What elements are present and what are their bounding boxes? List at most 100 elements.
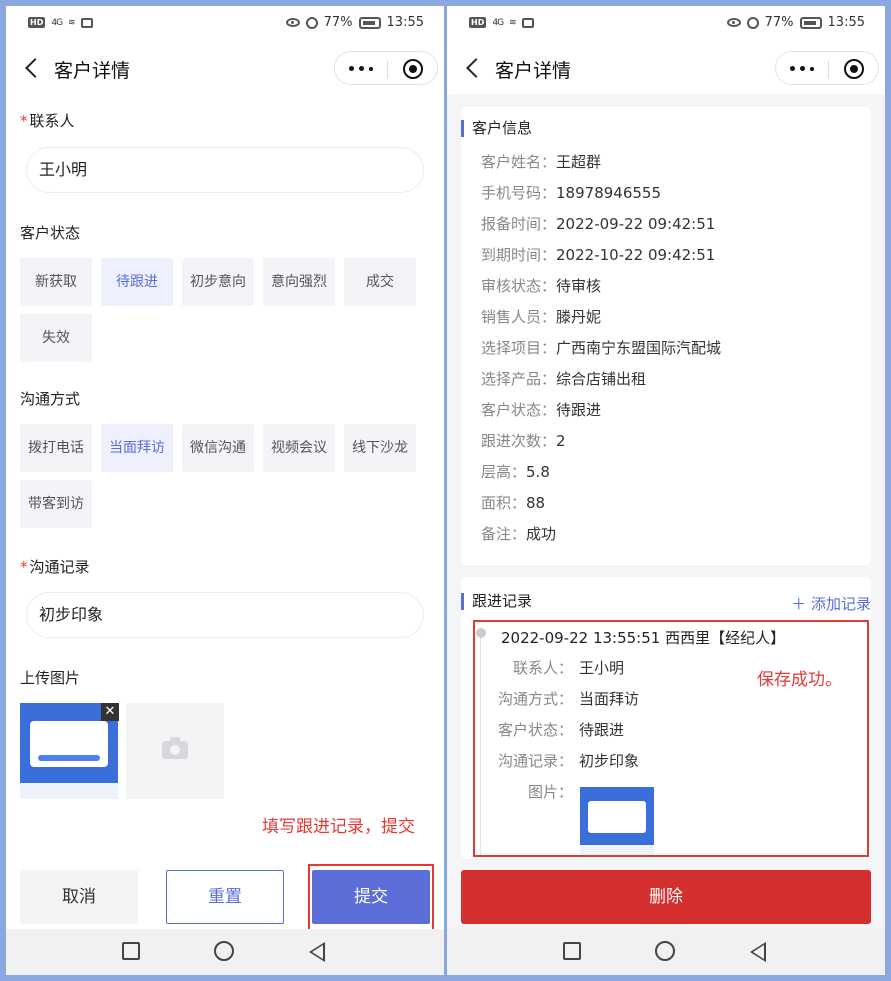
back-icon[interactable]: [22, 56, 46, 80]
upload-image-button[interactable]: [126, 703, 224, 799]
status-option[interactable]: 初步意向: [182, 258, 254, 306]
capsule-divider: [828, 60, 829, 78]
info-key: 跟进次数：: [481, 432, 557, 450]
alarm-icon: [746, 16, 759, 29]
method-option[interactable]: 微信沟通: [182, 424, 254, 472]
notification-icon: [80, 17, 93, 28]
required-mark: *: [20, 112, 28, 130]
info-row: 报备时间：2022-09-22 09:42:51: [481, 213, 715, 234]
info-key: 手机号码：: [481, 184, 557, 202]
info-value: 2: [556, 432, 566, 450]
capsule-divider: [387, 60, 388, 78]
alarm-icon: [305, 16, 318, 29]
notification-icon: [521, 17, 534, 28]
eye-icon: [285, 18, 300, 27]
form-screen: HD 4G ≋ 77% 13:55 客户详情 * 联系人 王小明 客户状态 新获取…: [6, 6, 444, 975]
info-value: 待跟进: [556, 401, 602, 419]
recents-icon[interactable]: [563, 942, 581, 960]
close-miniapp-icon[interactable]: [403, 59, 423, 79]
info-value: 王超群: [556, 153, 602, 171]
record-input[interactable]: 初步印象: [26, 592, 424, 638]
status-bar: HD 4G ≋ 77% 13:55: [6, 6, 444, 42]
page-title: 客户详情: [54, 60, 131, 82]
method-option-selected[interactable]: 当面拜访: [101, 424, 173, 472]
battery-percent: 77%: [764, 15, 794, 30]
highlight-box: [473, 620, 869, 857]
follow-up-title: 跟进记录: [461, 593, 532, 610]
info-value: 2022-10-22 09:42:51: [556, 246, 716, 264]
detail-screen: HD 4G ≋ 77% 13:55 客户详情 客户信息 客户姓名：王超群 手机号码…: [447, 6, 885, 975]
status-bar: HD 4G ≋ 77% 13:55: [447, 6, 885, 42]
battery-percent: 77%: [323, 15, 353, 30]
miniapp-capsule: [775, 51, 879, 85]
home-icon[interactable]: [214, 941, 234, 961]
info-row: 手机号码：18978946555: [481, 182, 661, 203]
info-key: 选择项目：: [481, 339, 557, 357]
info-value: 滕丹妮: [556, 308, 602, 326]
info-row: 客户姓名：王超群: [481, 151, 601, 172]
method-option[interactable]: 带客到访: [20, 480, 92, 528]
remove-image-icon[interactable]: ✕: [101, 703, 119, 721]
method-option[interactable]: 线下沙龙: [344, 424, 416, 472]
delete-button[interactable]: 删除: [461, 870, 871, 924]
info-key: 面积：: [481, 494, 527, 512]
method-option[interactable]: 拨打电话: [20, 424, 92, 472]
status-time: 13:55: [827, 15, 865, 30]
system-nav-bar: [6, 929, 444, 975]
hd-icon: HD: [469, 17, 487, 28]
info-key: 审核状态：: [481, 277, 557, 295]
info-key: 报备时间：: [481, 215, 557, 233]
nav-bar: 客户详情: [447, 42, 885, 94]
info-row: 跟进次数：2: [481, 430, 566, 451]
cancel-button[interactable]: 取消: [20, 870, 138, 924]
system-nav-bar: [447, 929, 885, 975]
info-key: 客户姓名：: [481, 153, 557, 171]
back-icon[interactable]: [463, 56, 487, 80]
recents-icon[interactable]: [122, 942, 140, 960]
contact-label: * 联系人: [20, 112, 75, 130]
info-row: 选择产品：综合店铺出租: [481, 368, 646, 389]
info-row: 客户状态：待跟进: [481, 399, 601, 420]
info-row: 面积：88: [481, 492, 545, 513]
info-key: 到期时间：: [481, 246, 557, 264]
info-row: 到期时间：2022-10-22 09:42:51: [481, 244, 715, 265]
info-value: 88: [526, 494, 546, 512]
info-value: 待审核: [556, 277, 602, 295]
status-option[interactable]: 失效: [20, 314, 92, 362]
info-row: 备注：成功: [481, 523, 556, 544]
status-option[interactable]: 新获取: [20, 258, 92, 306]
nav-bar: 客户详情: [6, 46, 444, 90]
reset-button[interactable]: 重置: [166, 870, 284, 924]
info-value: 5.8: [526, 463, 550, 481]
info-value: 成功: [526, 525, 557, 543]
status-time: 13:55: [386, 15, 424, 30]
close-miniapp-icon[interactable]: [844, 59, 864, 79]
more-icon[interactable]: [790, 60, 816, 76]
contact-input[interactable]: 王小明: [26, 147, 424, 193]
info-row: 层高：5.8: [481, 461, 550, 482]
customer-status-label: 客户状态: [20, 224, 81, 242]
status-option[interactable]: 意向强烈: [263, 258, 335, 306]
camera-icon: [162, 737, 188, 759]
comm-method-label: 沟通方式: [20, 390, 81, 408]
back-nav-icon[interactable]: [309, 942, 325, 962]
wifi-icon: ≋: [68, 17, 75, 28]
add-record-button[interactable]: ＋ 添加记录: [791, 593, 871, 614]
more-icon[interactable]: [349, 60, 375, 76]
annotation-text: 填写跟进记录，提交: [262, 817, 415, 837]
info-key: 备注：: [481, 525, 527, 543]
record-label: * 沟通记录: [20, 558, 90, 576]
battery-icon: [799, 16, 822, 29]
info-key: 销售人员：: [481, 308, 557, 326]
highlight-box: [308, 864, 434, 932]
back-nav-icon[interactable]: [750, 942, 766, 962]
home-icon[interactable]: [655, 941, 675, 961]
customer-info-title: 客户信息: [461, 120, 532, 137]
status-option-selected[interactable]: 待跟进: [101, 258, 173, 306]
status-option[interactable]: 成交: [344, 258, 416, 306]
method-option[interactable]: 视频会议: [263, 424, 335, 472]
info-row: 选择项目：广西南宁东盟国际汽配城: [481, 337, 721, 358]
eye-icon: [726, 18, 741, 27]
required-mark: *: [20, 558, 28, 576]
upload-label: 上传图片: [20, 669, 81, 687]
